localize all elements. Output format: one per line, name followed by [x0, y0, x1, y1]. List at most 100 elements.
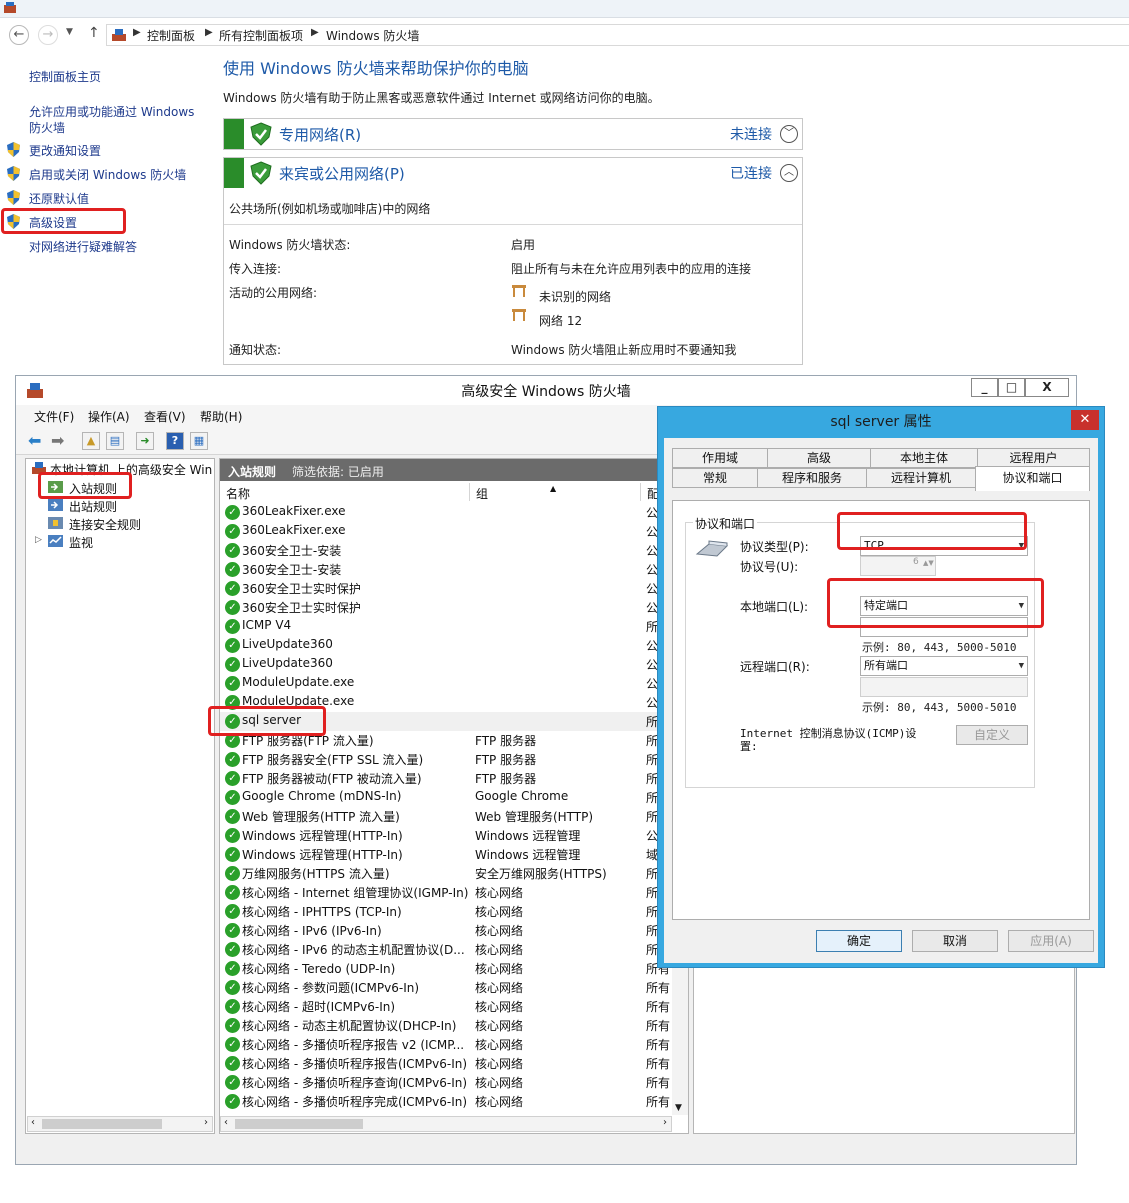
table-row[interactable]: ✓ LiveUpdate360 公	[220, 655, 688, 674]
breadcrumb-control-panel[interactable]: 控制面板	[147, 27, 195, 44]
chevron-down-icon[interactable]: ﹀	[780, 125, 798, 143]
table-row[interactable]: ✓ 360LeakFixer.exe 公	[220, 503, 688, 522]
chevron-up-icon[interactable]: ︿	[780, 164, 798, 182]
menu-help[interactable]: 帮助(H)	[200, 408, 242, 425]
table-row[interactable]: ✓ Google Chrome (mDNS-In) Google Chrome 所	[220, 788, 688, 807]
private-network-panel[interactable]: 专用网络(R) 未连接 ﹀	[223, 118, 803, 150]
sidebar-troubleshoot-link[interactable]: 对网络进行疑难解答	[29, 238, 137, 255]
forward-arrow-icon[interactable]: ➡	[51, 431, 64, 450]
sidebar-advanced-settings[interactable]: 高级设置	[29, 214, 77, 231]
folder-up-icon[interactable]: ▲	[82, 432, 100, 450]
expand-arrow-icon[interactable]: ▷	[35, 535, 42, 545]
scroll-left-icon[interactable]: ‹	[31, 1117, 35, 1128]
sidebar-change-notifications[interactable]: 更改通知设置	[29, 142, 101, 159]
close-button[interactable]: X	[1025, 378, 1069, 397]
menu-action[interactable]: 操作(A)	[88, 408, 130, 425]
scroll-right-icon[interactable]: ›	[663, 1117, 667, 1128]
sidebar-home-link[interactable]: 控制面板主页	[29, 68, 101, 85]
table-row[interactable]: ✓ LiveUpdate360 公	[220, 636, 688, 655]
breadcrumb-all-items[interactable]: 所有控制面板项	[219, 27, 303, 44]
column-header-group[interactable]: 组 ▲	[470, 483, 641, 501]
maximize-button[interactable]: □	[998, 378, 1025, 397]
table-row[interactable]: ✓ FTP 服务器(FTP 流入量) FTP 服务器所	[220, 731, 688, 750]
table-row[interactable]: ✓ 360安全卫士实时保护公	[220, 598, 688, 617]
tab-programs-services[interactable]: 程序和服务	[757, 468, 867, 488]
table-row[interactable]: ✓ ModuleUpdate.exe 公	[220, 674, 688, 693]
back-arrow-icon[interactable]: ⬅	[28, 431, 41, 450]
table-row[interactable]: ✓ 核心网络 - 多播侦听程序报告(ICMPv6-In) 核心网络 所有	[220, 1054, 688, 1073]
table-row[interactable]: ✓ 核心网络 - IPv6 的动态主机配置协议(D... 核心网络所	[220, 940, 688, 959]
tree-item-outbound-rules[interactable]: 出站规则	[69, 498, 117, 515]
remote-port-input[interactable]	[860, 677, 1028, 697]
tab-general[interactable]: 常规	[672, 468, 758, 488]
table-row[interactable]: ✓ 360安全卫士实时保护公	[220, 579, 688, 598]
customize-button[interactable]: 自定义	[956, 725, 1028, 745]
scroll-down-icon[interactable]: ▼	[675, 1103, 682, 1113]
scroll-thumb[interactable]	[235, 1119, 363, 1129]
tab-advanced[interactable]: 高级	[767, 448, 871, 468]
minimize-button[interactable]: _	[971, 378, 998, 397]
tree-item-inbound-rules[interactable]: 入站规则	[69, 480, 117, 497]
table-row[interactable]: ✓ sql server 所	[220, 712, 688, 731]
address-box[interactable]: ▶ 控制面板 ▶ 所有控制面板项 ▶ Windows 防火墙	[106, 24, 1129, 46]
scroll-left-icon[interactable]: ‹	[224, 1117, 228, 1128]
sidebar-allow-app-link[interactable]: 允许应用或功能通过 Windows 防火墙	[29, 104, 204, 136]
table-row[interactable]: ✓ ICMP V4 所	[220, 617, 688, 636]
export-list-icon[interactable]: ➜	[136, 432, 154, 450]
protocol-number-spinner[interactable]: 6 ▲▼	[860, 556, 936, 576]
tab-local-principals[interactable]: 本地主体	[870, 448, 978, 468]
table-row[interactable]: ✓ 核心网络 - 超时(ICMPv6-In) 核心网络 所有	[220, 997, 688, 1016]
table-row[interactable]: ✓ ModuleUpdate.exe 公	[220, 693, 688, 712]
tab-remote-computers[interactable]: 远程计算机	[866, 468, 976, 488]
sidebar-toggle-firewall[interactable]: 启用或关闭 Windows 防火墙	[29, 166, 186, 183]
history-dropdown-icon[interactable]: ▼	[66, 27, 73, 37]
breadcrumb-windows-firewall[interactable]: Windows 防火墙	[326, 27, 419, 44]
local-port-select[interactable]: 特定端口 ▼	[860, 596, 1028, 616]
table-row[interactable]: ✓ 核心网络 - 多播侦听程序报告 v2 (ICMP... 核心网络 所有	[220, 1035, 688, 1054]
ok-button[interactable]: 确定	[816, 930, 902, 952]
table-row[interactable]: ✓ 核心网络 - 多播侦听程序查询(ICMPv6-In) 核心网络 所有	[220, 1073, 688, 1092]
table-row[interactable]: ✓ 核心网络 - Teredo (UDP-In) 核心网络 所有	[220, 959, 688, 978]
public-network-panel[interactable]: 来宾或公用网络(P) 已连接 ︿	[223, 157, 803, 189]
menu-file[interactable]: 文件(F)	[34, 408, 74, 425]
apply-button[interactable]: 应用(A)	[1008, 930, 1094, 952]
tab-scope[interactable]: 作用域	[672, 448, 768, 468]
show-hide-action-pane-icon[interactable]: ▦	[190, 432, 208, 450]
column-header-name[interactable]: 名称	[220, 483, 470, 501]
help-icon[interactable]: ?	[166, 432, 184, 450]
up-arrow-icon[interactable]: ↑	[88, 25, 100, 41]
scroll-right-icon[interactable]: ›	[204, 1117, 208, 1128]
close-icon[interactable]: ✕	[1071, 410, 1099, 430]
cancel-button[interactable]: 取消	[912, 930, 998, 952]
table-row[interactable]: ✓ 360安全卫士-安装公	[220, 560, 688, 579]
table-row[interactable]: ✓ 万维网服务(HTTPS 流入量) 安全万维网服务(HTTPS) 所	[220, 864, 688, 883]
show-hide-tree-icon[interactable]: ▤	[106, 432, 124, 450]
menu-view[interactable]: 查看(V)	[144, 408, 186, 425]
table-row[interactable]: ✓ Windows 远程管理(HTTP-In) Windows 远程管理公	[220, 826, 688, 845]
table-row[interactable]: ✓ 核心网络 - IPHTTPS (TCP-In) 核心网络所	[220, 902, 688, 921]
table-row[interactable]: ✓ 核心网络 - Internet 组管理协议(IGMP-In) 核心网络所	[220, 883, 688, 902]
protocol-type-select[interactable]: TCP ▼	[860, 536, 1028, 556]
remote-port-select[interactable]: 所有端口 ▼	[860, 656, 1028, 676]
table-row[interactable]: ✓ FTP 服务器被动(FTP 被动流入量) FTP 服务器所	[220, 769, 688, 788]
tree-item-monitoring[interactable]: 监视	[69, 534, 93, 551]
tree-item-connection-security[interactable]: 连接安全规则	[69, 516, 141, 533]
table-row[interactable]: ✓ 核心网络 - 动态主机配置协议(DHCP-In) 核心网络 所有	[220, 1016, 688, 1035]
table-row[interactable]: ✓ 核心网络 - 参数问题(ICMPv6-In) 核心网络 所有	[220, 978, 688, 997]
table-row[interactable]: ✓ 核心网络 - IPv6 (IPv6-In) 核心网络所	[220, 921, 688, 940]
tab-remote-users[interactable]: 远程用户	[977, 448, 1090, 468]
tree-root[interactable]: 本地计算机 上的高级安全 Win	[50, 461, 212, 478]
forward-arrow-icon[interactable]: →	[38, 25, 58, 45]
local-port-input[interactable]	[860, 617, 1028, 637]
table-row[interactable]: ✓ 360安全卫士-安装公	[220, 541, 688, 560]
tree-horizontal-scrollbar[interactable]: ‹ ›	[27, 1116, 213, 1132]
table-row[interactable]: ✓ 核心网络 - 多播侦听程序完成(ICMPv6-In) 核心网络 所有	[220, 1092, 688, 1111]
table-row[interactable]: ✓ Web 管理服务(HTTP 流入量) Web 管理服务(HTTP) 所	[220, 807, 688, 826]
back-arrow-icon[interactable]: ←	[9, 25, 29, 45]
sidebar-restore-defaults[interactable]: 还原默认值	[29, 190, 89, 207]
table-row[interactable]: ✓ 360LeakFixer.exe 公	[220, 522, 688, 541]
table-row[interactable]: ✓ Windows 远程管理(HTTP-In) Windows 远程管理域	[220, 845, 688, 864]
list-horizontal-scrollbar[interactable]: ‹ ›	[220, 1116, 672, 1132]
scroll-thumb[interactable]	[42, 1119, 162, 1129]
table-row[interactable]: ✓ FTP 服务器安全(FTP SSL 流入量) FTP 服务器所	[220, 750, 688, 769]
